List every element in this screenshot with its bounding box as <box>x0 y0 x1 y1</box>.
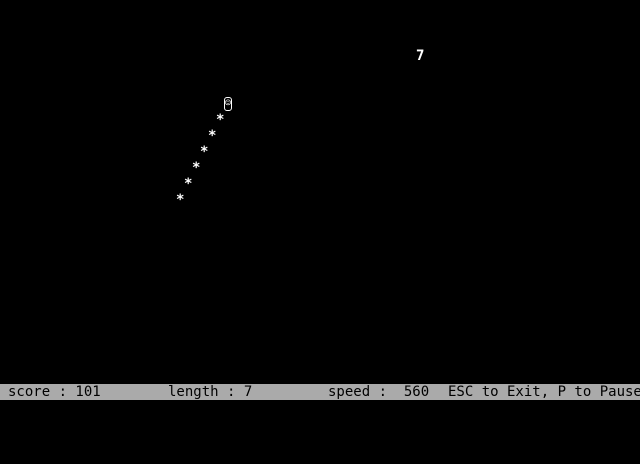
controls-hint: ESC to Exit, P to Pause <box>448 384 640 400</box>
status-bar: score : 101 length : 7 speed : 560 ESC t… <box>0 384 640 400</box>
snake-head: ☺ <box>224 97 232 111</box>
game-playfield[interactable]: 7 ☺ * * * * * * <box>0 0 640 384</box>
food-item: 7 <box>416 48 425 64</box>
snake-body-segment: * <box>200 144 209 160</box>
length-display: length : 7 <box>168 384 253 400</box>
snake-body-segment: * <box>192 160 201 176</box>
snake-body-segment: * <box>216 112 225 128</box>
snake-body-segment: * <box>184 176 193 192</box>
snake-body-segment: * <box>208 128 217 144</box>
speed-display: speed : 560 <box>328 384 430 400</box>
snake-body-segment: * <box>176 192 185 208</box>
score-display: score : 101 <box>8 384 101 400</box>
